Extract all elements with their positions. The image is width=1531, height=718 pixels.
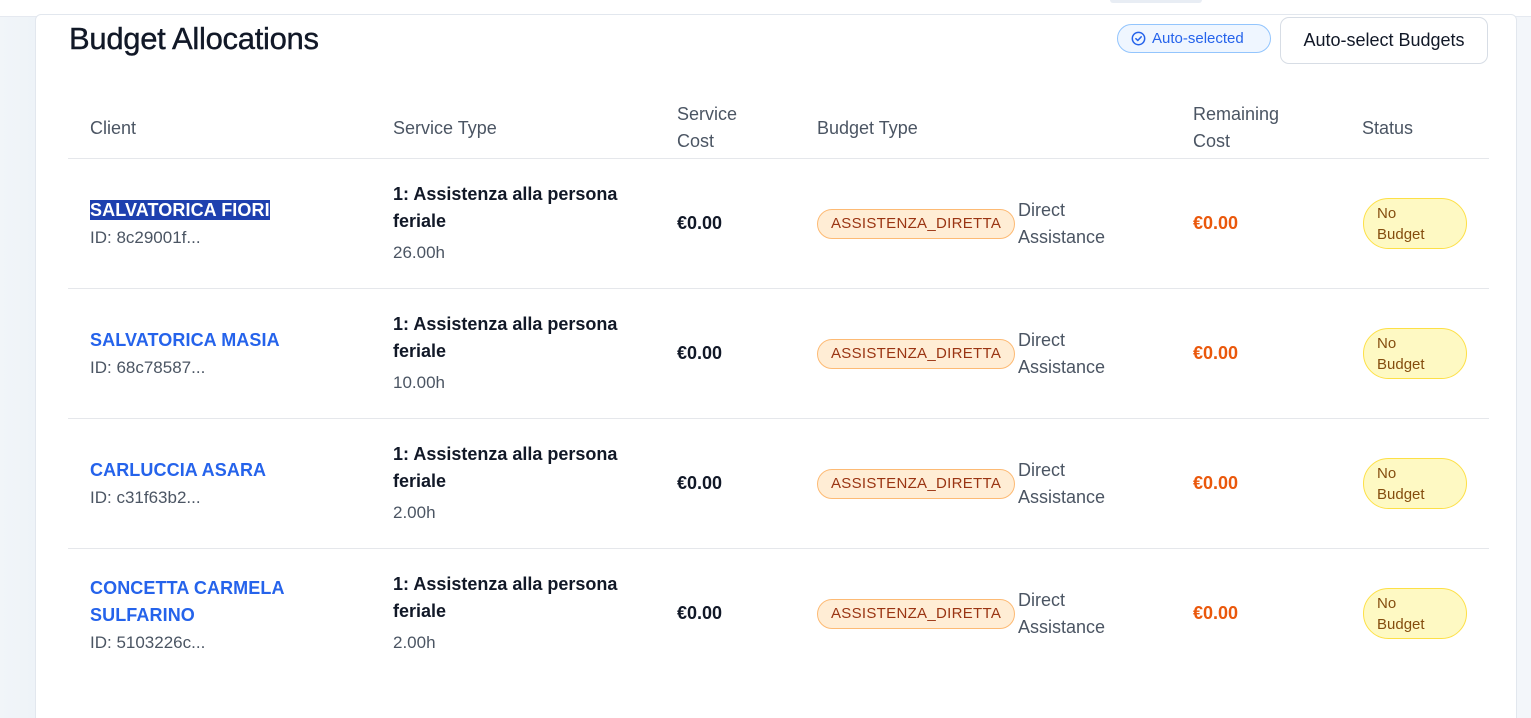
budget-type-description: Direct Assistance: [1018, 587, 1105, 641]
client-cell: CARLUCCIA ASARA ID: c31f63b2...: [90, 457, 266, 511]
client-id: ID: 5103226c...: [90, 633, 206, 652]
status-line2: Budget: [1377, 615, 1425, 633]
column-header-service-type: Service Type: [393, 118, 497, 138]
client-name-link[interactable]: CARLUCCIA ASARA: [90, 457, 266, 484]
remaining-cost: €0.00: [1193, 343, 1239, 363]
table-row[interactable]: CONCETTA CARMELA SULFARINO ID: 5103226c.…: [68, 549, 1489, 679]
status-line1: No: [1377, 594, 1397, 612]
column-header-service-cost: Service Cost: [677, 101, 737, 155]
status-badge: No Budget: [1363, 328, 1467, 379]
budget-type-badge: ASSISTENZA_DIRETTA: [817, 339, 1016, 369]
auto-selected-label: Auto-selected: [1152, 30, 1244, 47]
client-cell: SALVATORICA MASIA ID: 68c78587...: [90, 327, 280, 381]
client-name-line2[interactable]: SULFARINO: [90, 602, 285, 629]
budget-desc-line1: Direct: [1018, 330, 1066, 350]
status-line1: No: [1377, 204, 1397, 222]
budget-desc-line2: Assistance: [1018, 357, 1106, 377]
table-row[interactable]: SALVATORICA MASIA ID: 68c78587... 1: Ass…: [68, 289, 1489, 419]
budget-type-description: Direct Assistance: [1018, 457, 1105, 511]
status-cell: No Budget: [1363, 198, 1467, 249]
client-name-link[interactable]: SALVATORICA MASIA: [90, 327, 280, 354]
service-name-line2: feriale: [393, 601, 447, 621]
service-name-line1: 1: Assistenza alla persona: [393, 314, 618, 334]
service-cell: 1: Assistenza alla persona feriale 10.00…: [393, 311, 617, 396]
client-cell: SALVATORICA FIORI ID: 8c29001f...: [90, 197, 270, 251]
column-header-service-cost-line2: Cost: [677, 131, 715, 151]
budget-desc-line1: Direct: [1018, 460, 1066, 480]
client-name-link[interactable]: SALVATORICA FIORI: [90, 197, 270, 224]
page-title: Budget Allocations: [69, 21, 319, 56]
column-header-status: Status: [1362, 118, 1414, 138]
auto-select-budgets-button[interactable]: Auto-select Budgets: [1280, 17, 1488, 64]
remaining-cost: €0.00: [1193, 213, 1239, 233]
column-header-budget-type: Budget Type: [817, 118, 918, 138]
budget-type-badge: ASSISTENZA_DIRETTA: [817, 599, 1016, 629]
budget-type-description: Direct Assistance: [1018, 327, 1105, 381]
budget-desc-line2: Assistance: [1018, 617, 1106, 637]
column-header-client: Client: [90, 118, 137, 138]
service-cost: €0.00: [677, 603, 723, 623]
service-name-line2: feriale: [393, 341, 447, 361]
client-name-line1[interactable]: CONCETTA CARMELA: [90, 575, 285, 602]
budget-type-code: ASSISTENZA_DIRETTA: [817, 469, 1016, 499]
column-header-remaining-cost-line1: Remaining: [1193, 104, 1280, 124]
service-name-line1: 1: Assistenza alla persona: [393, 184, 618, 204]
budget-desc-line1: Direct: [1018, 200, 1066, 220]
service-cost: €0.00: [677, 473, 723, 493]
budget-desc-line1: Direct: [1018, 590, 1066, 610]
service-hours: 2.00h: [393, 503, 436, 522]
table-header: Client Service Type Service Cost Budget …: [68, 101, 1489, 159]
remaining-cost: €0.00: [1193, 473, 1239, 493]
budget-type-description: Direct Assistance: [1018, 197, 1105, 251]
column-header-service-cost-line1: Service: [677, 104, 738, 124]
status-line2: Budget: [1377, 225, 1425, 243]
budget-type-code: ASSISTENZA_DIRETTA: [817, 599, 1016, 629]
budget-desc-line2: Assistance: [1018, 487, 1106, 507]
client-cell: CONCETTA CARMELA SULFARINO ID: 5103226c.…: [90, 575, 285, 656]
status-badge: No Budget: [1363, 588, 1467, 639]
service-hours: 10.00h: [393, 373, 445, 392]
client-id: ID: 68c78587...: [90, 358, 206, 377]
client-name-link[interactable]: CONCETTA CARMELA SULFARINO: [90, 575, 285, 629]
service-cost: €0.00: [677, 213, 723, 233]
status-cell: No Budget: [1363, 328, 1467, 379]
right-gutter: [1517, 17, 1531, 718]
status-line1: No: [1377, 334, 1397, 352]
table-row[interactable]: CARLUCCIA ASARA ID: c31f63b2... 1: Assis…: [68, 419, 1489, 549]
service-cell: 1: Assistenza alla persona feriale 2.00h: [393, 571, 617, 656]
column-header-remaining-cost: Remaining Cost: [1193, 101, 1279, 155]
remaining-cost: €0.00: [1193, 603, 1239, 623]
check-circle-icon: [1131, 31, 1146, 46]
auto-selected-badge: Auto-selected: [1117, 24, 1271, 53]
budget-desc-line2: Assistance: [1018, 227, 1106, 247]
budget-allocations-table: Client Service Type Service Cost Budget …: [68, 101, 1489, 679]
status-line2: Budget: [1377, 355, 1425, 373]
status-line1: No: [1377, 464, 1397, 482]
status-cell: No Budget: [1363, 458, 1467, 509]
budget-type-badge: ASSISTENZA_DIRETTA: [817, 209, 1016, 239]
status-cell: No Budget: [1363, 588, 1467, 639]
status-line2: Budget: [1377, 485, 1425, 503]
top-bar-tab-edge: [1110, 0, 1202, 3]
service-name-line2: feriale: [393, 211, 447, 231]
budget-type-code: ASSISTENZA_DIRETTA: [817, 339, 1016, 369]
status-badge: No Budget: [1363, 198, 1467, 249]
service-name-line1: 1: Assistenza alla persona: [393, 574, 618, 594]
budget-type-badge: ASSISTENZA_DIRETTA: [817, 469, 1016, 499]
table-row[interactable]: SALVATORICA FIORI ID: 8c29001f... 1: Ass…: [68, 159, 1489, 289]
service-cost: €0.00: [677, 343, 723, 363]
column-header-remaining-cost-line2: Cost: [1193, 131, 1231, 151]
client-id: ID: 8c29001f...: [90, 228, 201, 247]
service-hours: 2.00h: [393, 633, 436, 652]
left-gutter: [0, 17, 36, 718]
service-cell: 1: Assistenza alla persona feriale 26.00…: [393, 181, 617, 266]
service-hours: 26.00h: [393, 243, 445, 262]
budget-type-code: ASSISTENZA_DIRETTA: [817, 209, 1016, 239]
service-name-line2: feriale: [393, 471, 447, 491]
client-id: ID: c31f63b2...: [90, 488, 201, 507]
status-badge: No Budget: [1363, 458, 1467, 509]
budget-allocations-card: Budget Allocations Auto-selected Auto-se…: [35, 14, 1517, 718]
service-name-line1: 1: Assistenza alla persona: [393, 444, 618, 464]
service-cell: 1: Assistenza alla persona feriale 2.00h: [393, 441, 617, 526]
